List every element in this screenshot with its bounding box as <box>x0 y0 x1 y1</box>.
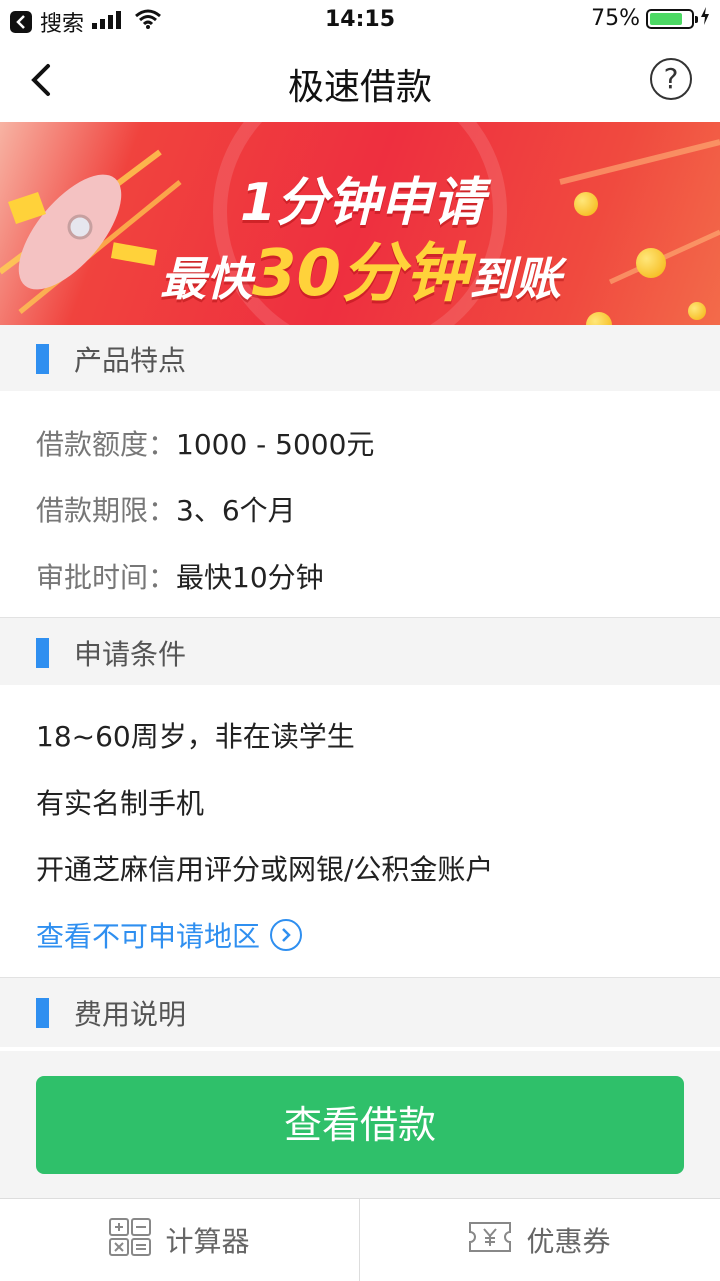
status-right: 75% <box>591 6 710 31</box>
tab-coupon[interactable]: 优惠券 <box>360 1199 719 1281</box>
section-title: 申请条件 <box>74 638 187 671</box>
section-header-fees[interactable]: 费用说明 <box>0 979 720 1045</box>
tab-calculator[interactable]: 计算器 <box>0 1199 359 1281</box>
charging-icon <box>700 6 710 31</box>
section-marker <box>36 344 49 374</box>
nav-bar: 极速借款 ? <box>0 40 720 122</box>
condition-item: 开通芝麻信用评分或网银/公积金账户 <box>36 853 494 886</box>
section-title: 产品特点 <box>74 344 187 377</box>
features-body: 借款额度：1000 - 5000元 借款期限：3、6个月 审批时间：最快10分钟 <box>0 391 720 618</box>
coupon-icon <box>468 1221 512 1260</box>
calculator-icon <box>109 1217 152 1263</box>
section-header-features: 产品特点 <box>0 325 720 391</box>
section-header-conditions: 申请条件 <box>0 619 720 685</box>
question-icon[interactable]: ? <box>650 58 692 100</box>
banner-line2: 最快30分钟到账 <box>160 237 562 311</box>
battery-percent: 75% <box>591 6 640 31</box>
promo-banner[interactable]: 1分钟申请 最快30分钟到账 <box>0 122 720 325</box>
section-marker <box>36 998 49 1028</box>
coin-icon <box>636 248 666 278</box>
restricted-region-link[interactable]: 查看不可申请地区 <box>36 915 303 955</box>
condition-item: 有实名制手机 <box>36 787 205 820</box>
bottom-tab-bar: 计算器 优惠券 <box>0 1198 720 1281</box>
feature-row: 借款期限：3、6个月 <box>36 494 296 527</box>
feature-row: 审批时间：最快10分钟 <box>36 561 324 594</box>
page-title: 极速借款 <box>287 67 432 108</box>
section-marker <box>36 638 49 668</box>
feature-row: 借款额度：1000 - 5000元 <box>36 428 375 461</box>
divider <box>0 1047 720 1051</box>
tab-label: 优惠券 <box>526 1225 611 1258</box>
status-bar: 搜索 14:15 75% <box>0 0 720 40</box>
chevron-right-icon <box>270 919 303 951</box>
coin-icon <box>574 192 598 216</box>
coin-icon <box>688 302 706 320</box>
battery-icon <box>646 8 698 29</box>
condition-item: 18~60周岁，非在读学生 <box>36 720 355 753</box>
section-title: 费用说明 <box>74 998 187 1031</box>
conditions-body: 18~60周岁，非在读学生 有实名制手机 开通芝麻信用评分或网银/公积金账户 查… <box>0 685 720 978</box>
view-loan-button[interactable]: 查看借款 <box>36 1076 684 1174</box>
tab-label: 计算器 <box>165 1225 250 1258</box>
